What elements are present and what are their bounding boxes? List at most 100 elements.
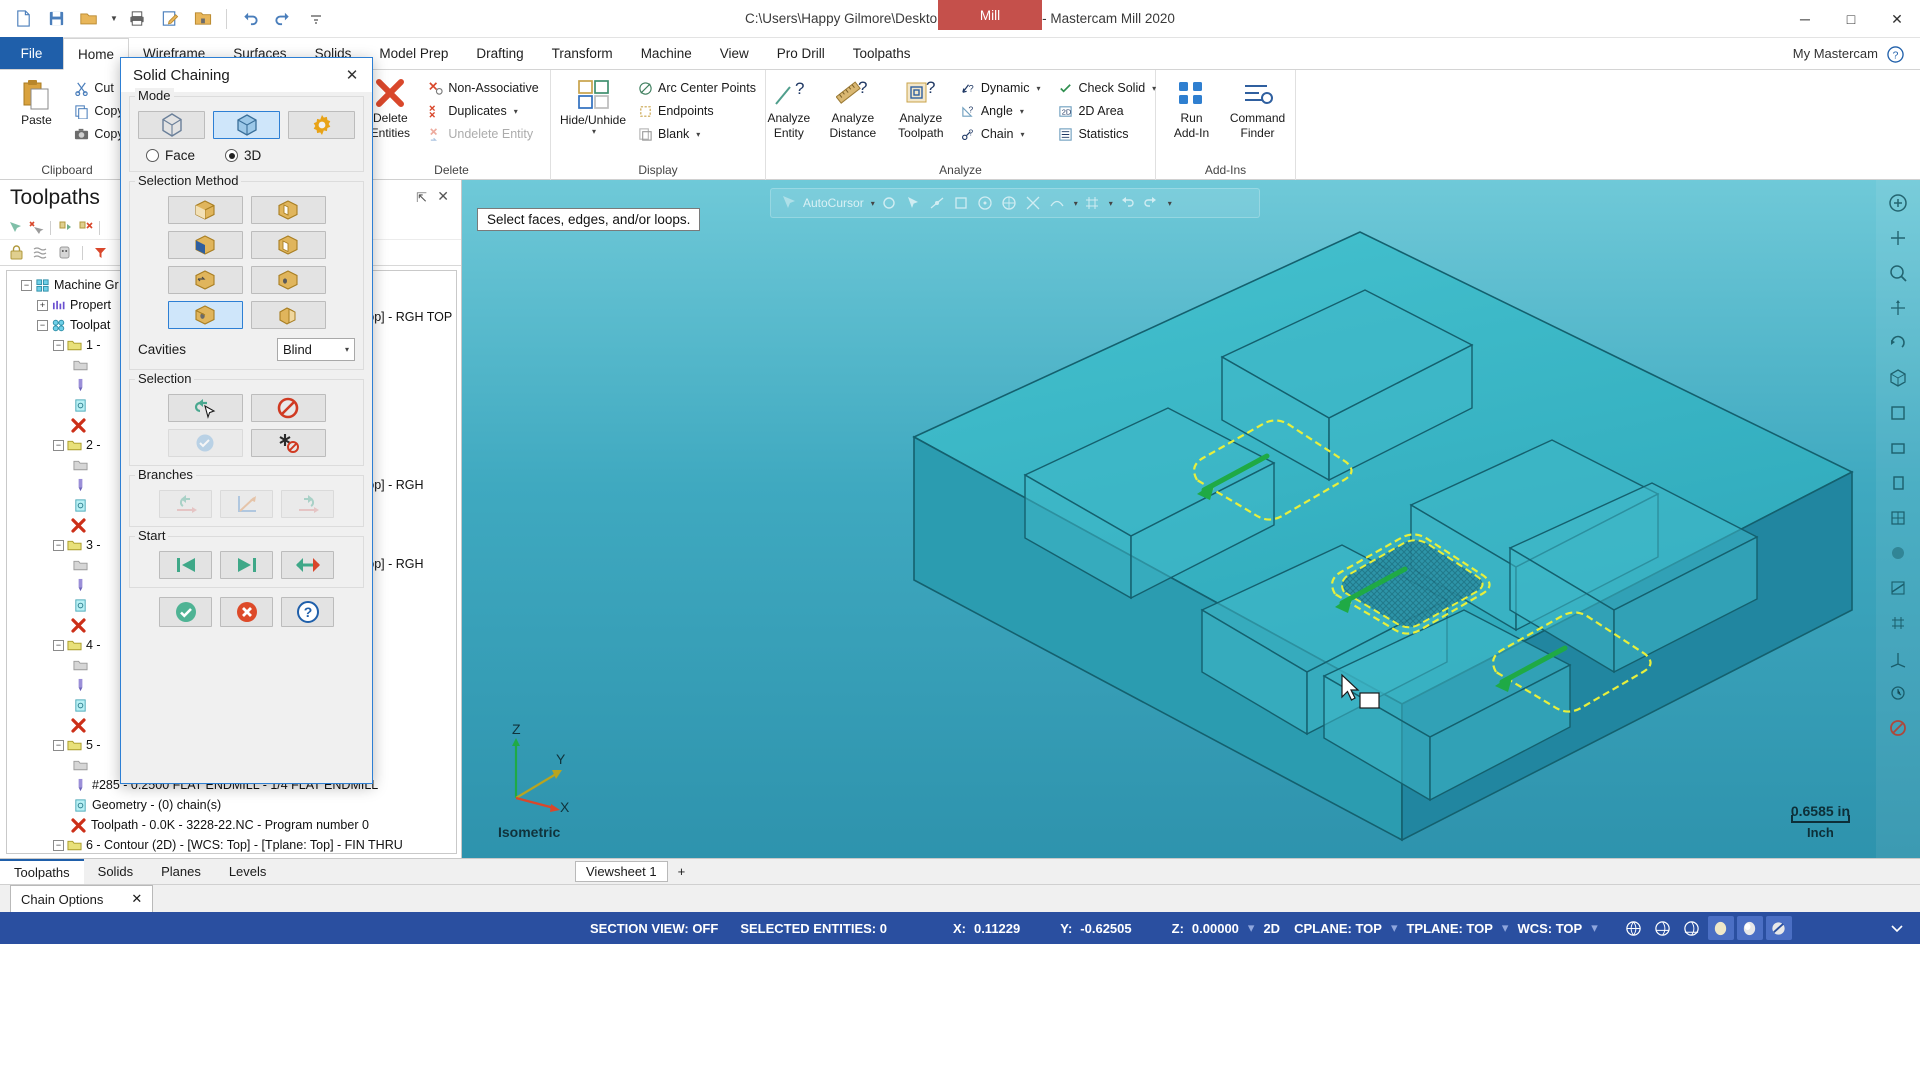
cavity-selection-button[interactable] — [167, 301, 243, 329]
cancel-button[interactable] — [220, 597, 273, 627]
select-all-icon[interactable] — [8, 220, 24, 236]
tab-pro-drill[interactable]: Pro Drill — [763, 37, 839, 69]
blank-button[interactable]: Blank ▾ — [633, 123, 761, 145]
tree-node-operation-6[interactable]: − 6 - Contour (2D) - [WCS: Top] - [Tplan… — [7, 835, 456, 853]
settings-mode-button[interactable] — [288, 111, 355, 139]
start-last-button[interactable] — [220, 551, 273, 579]
arc-center-points-button[interactable]: Arc Center Points — [633, 77, 761, 99]
angle-button[interactable]: ? Angle ▾ — [956, 100, 1046, 122]
open-dropdown-caret-icon[interactable]: ▼ — [107, 4, 119, 34]
loop-selection-button[interactable] — [250, 196, 326, 224]
maximize-button[interactable]: □ — [1828, 0, 1874, 38]
graphics-viewport[interactable]: AutoCursor ▾ ▾ ▾ ▾ Z Y X Isometric 0.658… — [462, 180, 1920, 858]
solid-model-render[interactable] — [462, 180, 1920, 858]
pan-icon[interactable] — [1881, 291, 1915, 325]
print-icon[interactable] — [122, 4, 152, 34]
expander-icon[interactable]: − — [21, 279, 32, 291]
mesh-icon[interactable] — [1881, 606, 1915, 640]
fit-icon[interactable] — [1881, 186, 1915, 220]
open-loop-selection-button[interactable] — [250, 231, 326, 259]
dock-tab-solids[interactable]: Solids — [84, 859, 147, 885]
expander-icon[interactable]: − — [53, 339, 64, 351]
close-button[interactable]: ✕ — [1874, 0, 1920, 38]
reselect-button[interactable] — [167, 429, 243, 457]
section-view-icon[interactable] — [1881, 571, 1915, 605]
open-folder-icon[interactable] — [74, 4, 104, 34]
shaded-view-icon[interactable] — [1881, 536, 1915, 570]
expander-icon[interactable]: − — [53, 539, 64, 551]
next-branch-button[interactable] — [281, 490, 334, 518]
analyze-distance-button[interactable]: ? Analyze Distance — [820, 75, 886, 143]
viewsheet-tab[interactable]: Viewsheet 1 — [575, 860, 668, 882]
folder-config-icon[interactable] — [188, 4, 218, 34]
dimension-mode-status[interactable]: 2D — [1263, 921, 1280, 936]
toolpath-display-icon[interactable] — [32, 244, 49, 261]
edge-selection-button[interactable] — [167, 196, 243, 224]
undelete-entity-button[interactable]: Undelete Entity — [423, 123, 543, 145]
gnomon-icon[interactable] — [1881, 641, 1915, 675]
lock-icon[interactable] — [8, 244, 25, 261]
tab-machine[interactable]: Machine — [627, 37, 706, 69]
face-radio[interactable]: Face — [146, 148, 195, 163]
close-icon[interactable]: ✕ — [340, 63, 364, 87]
hide-unhide-button[interactable]: Hide/Unhide ▾ — [555, 75, 631, 139]
clear-all-button[interactable] — [250, 429, 326, 457]
expander-icon[interactable]: + — [37, 299, 48, 311]
shading-none-icon[interactable] — [1765, 916, 1792, 940]
globe-tplane-icon[interactable] — [1679, 916, 1705, 940]
solid-chaining-dialog[interactable]: Solid Chaining ✕ Mode Face 3D Selection … — [120, 57, 373, 784]
redo-icon[interactable] — [268, 4, 298, 34]
expander-icon[interactable]: − — [53, 839, 64, 851]
status-expand-icon[interactable] — [1884, 916, 1910, 940]
select-invalid-icon[interactable] — [57, 220, 73, 236]
statistics-button[interactable]: Statistics — [1053, 123, 1161, 145]
front-view-icon[interactable] — [1881, 431, 1915, 465]
qat-more-icon[interactable] — [301, 4, 331, 34]
mill-mode-chip[interactable]: Mill — [938, 0, 1042, 30]
filter-icon[interactable] — [92, 244, 109, 261]
dock-tab-planes[interactable]: Planes — [147, 859, 215, 885]
tab-transform[interactable]: Transform — [538, 37, 627, 69]
tab-toolpaths[interactable]: Toolpaths — [839, 37, 925, 69]
pin-icon[interactable]: ⇱ — [416, 190, 427, 206]
undo-selection-button[interactable] — [167, 394, 243, 422]
chain-options-chip[interactable]: Chain Options ✕ — [10, 884, 154, 913]
viewsheet-add-button[interactable]: + — [678, 864, 686, 879]
dock-tab-toolpaths[interactable]: Toolpaths — [0, 858, 84, 885]
tab-model-prep[interactable]: Model Prep — [365, 37, 462, 69]
simulate-icon[interactable] — [56, 244, 73, 261]
ok-button[interactable] — [159, 597, 212, 627]
nohighlight-icon[interactable] — [1881, 711, 1915, 745]
section-view-status[interactable]: SECTION VIEW: OFF — [590, 921, 718, 936]
top-view-icon[interactable] — [1881, 396, 1915, 430]
unzoom-icon[interactable] — [1881, 221, 1915, 255]
duplicates-button[interactable]: Duplicates ▾ — [423, 100, 543, 122]
edit-note-icon[interactable] — [155, 4, 185, 34]
close-icon[interactable]: ✕ — [437, 188, 449, 205]
tplane-status[interactable]: TPLANE: TOP — [1406, 921, 1492, 936]
my-mastercam-link[interactable]: My Mastercam — [1793, 46, 1878, 61]
undo-icon[interactable] — [235, 4, 265, 34]
tab-file[interactable]: File — [0, 37, 63, 69]
globe-wcs-icon[interactable] — [1621, 916, 1647, 940]
tree-node-geometry[interactable]: Geometry - (0) chain(s) — [7, 795, 456, 815]
shading-flat-icon[interactable] — [1707, 916, 1734, 940]
partial-loop-selection-button[interactable] — [167, 266, 243, 294]
3d-radio[interactable]: 3D — [225, 148, 261, 163]
shading-smooth-icon[interactable] — [1736, 916, 1763, 940]
previous-branch-button[interactable] — [159, 490, 212, 518]
check-solid-button[interactable]: Check Solid ▾ — [1053, 77, 1161, 99]
boss-selection-button[interactable] — [250, 301, 326, 329]
analyze-entity-button[interactable]: ? Analyze Entity — [760, 75, 818, 143]
new-file-icon[interactable] — [8, 4, 38, 34]
wireframe-view-icon[interactable] — [1881, 501, 1915, 535]
isometric-view-icon[interactable] — [1881, 361, 1915, 395]
tab-drafting[interactable]: Drafting — [462, 37, 537, 69]
command-finder-button[interactable]: Command Finder — [1225, 75, 1291, 143]
cplane-status[interactable]: CPLANE: TOP — [1294, 921, 1382, 936]
help-button[interactable]: ? — [281, 597, 334, 627]
expander-icon[interactable]: − — [53, 439, 64, 451]
reverse-direction-button[interactable] — [281, 551, 334, 579]
paste-button[interactable]: Paste — [5, 75, 67, 130]
delete-invalid-icon[interactable] — [77, 220, 93, 236]
